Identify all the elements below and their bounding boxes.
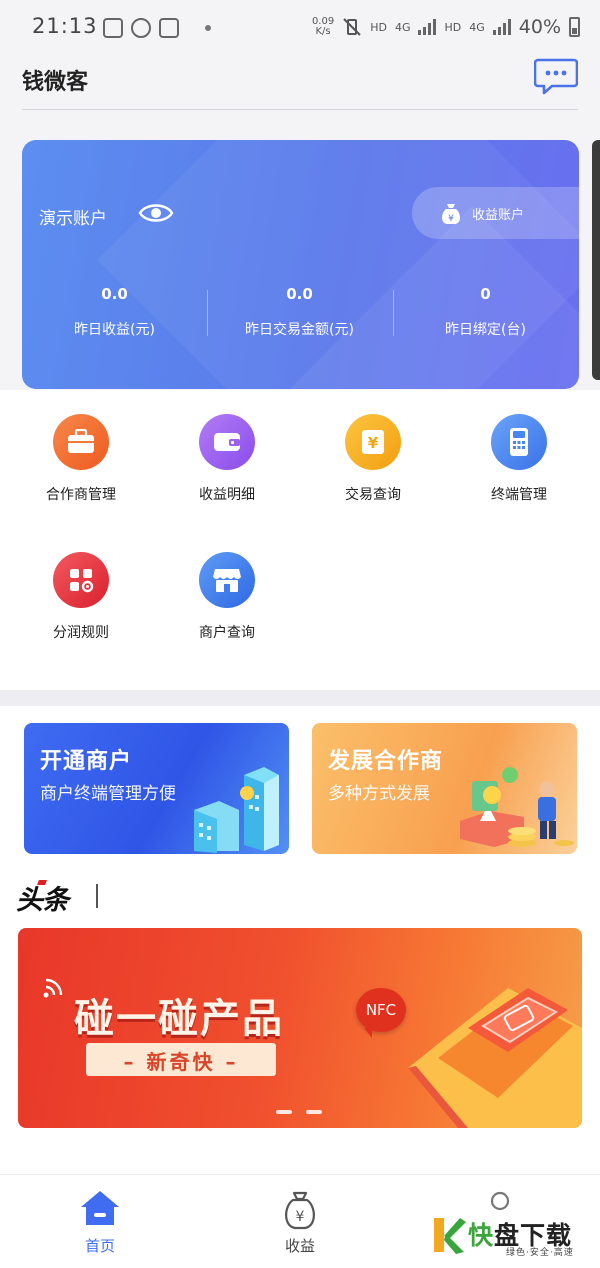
- notification-icons: [103, 18, 211, 38]
- wireless-signal-icon: [43, 978, 63, 998]
- grid-gear-icon: [53, 552, 109, 608]
- status-right: 0.09 K/s HD 4G HD 4G 40%: [312, 16, 580, 38]
- yen-document-icon: ¥: [345, 414, 401, 470]
- phone-nfc-illustration-icon: [408, 988, 582, 1128]
- nav-home[interactable]: 首页: [60, 1189, 140, 1256]
- promo-title: 发展合作商: [328, 749, 444, 774]
- account-card: 演示账户 ¥ 收益账户 0.0 昨日收益(元) 0.0 昨日交易金额(元) 0 …: [22, 140, 579, 389]
- menu-partner-management[interactable]: 合作商管理: [21, 414, 141, 504]
- headlines-divider: [96, 884, 98, 908]
- stat-label: 昨日绑定(台): [445, 322, 526, 338]
- pos-terminal-icon: [491, 414, 547, 470]
- hd-label-2: HD: [444, 20, 462, 34]
- promo-title: 开通商户: [40, 749, 133, 774]
- partner-illustration-icon: [460, 767, 574, 847]
- section-separator: [0, 690, 600, 706]
- nav-label: 收益: [284, 1237, 315, 1255]
- network-type-2: 4G: [469, 20, 485, 34]
- menu-terminal-management[interactable]: 终端管理: [459, 414, 579, 504]
- battery-percent: 40%: [518, 16, 561, 38]
- briefcase-icon: [53, 414, 109, 470]
- battery-icon: [569, 17, 580, 37]
- svg-text:¥: ¥: [368, 434, 379, 452]
- money-bag-icon: ¥: [442, 204, 460, 224]
- network-type-1: 4G: [394, 20, 411, 34]
- menu-label: 终端管理: [491, 487, 547, 503]
- income-account-button[interactable]: ¥ 收益账户: [412, 187, 579, 239]
- svg-text:¥: ¥: [448, 214, 454, 224]
- promo-open-merchant[interactable]: 开通商户 商户终端管理方便: [24, 723, 289, 854]
- network-speed: 0.09 K/s: [311, 16, 335, 37]
- sound-notification-icon: [131, 18, 151, 38]
- menu-merchant-query[interactable]: 商户查询: [167, 552, 287, 642]
- banner-subtitle: – 新奇快 –: [123, 1050, 239, 1074]
- more-notifications-dot-icon: [205, 25, 211, 31]
- buildings-illustration-icon: [194, 767, 279, 853]
- side-scroll-handle[interactable]: [592, 140, 600, 380]
- stat-label: 昨日收益(元): [74, 322, 155, 338]
- header-divider: [22, 109, 578, 110]
- promo-subtitle: 商户终端管理方便: [40, 784, 176, 804]
- stat-value: 0.0: [286, 285, 313, 303]
- promo-develop-partners[interactable]: 发展合作商 多种方式发展: [312, 723, 577, 854]
- nfc-product-banner[interactable]: 碰一碰产品 – 新奇快 – NFC: [18, 928, 582, 1128]
- signal-1-icon: [418, 19, 437, 35]
- menu-label: 交易查询: [345, 487, 401, 503]
- mail-notification-icon: [159, 18, 179, 38]
- signal-2-icon: [492, 19, 511, 35]
- banner-title: 碰一碰产品: [74, 996, 284, 1042]
- stat-value: 0.0: [101, 285, 128, 303]
- nav-label: 首页: [84, 1237, 115, 1255]
- menu-income-details[interactable]: 收益明细: [167, 414, 287, 504]
- status-time: 21:13: [32, 14, 98, 38]
- menu-label: 合作商管理: [46, 487, 116, 503]
- money-bag-icon: ¥: [285, 1191, 315, 1230]
- menu-label: 收益明细: [199, 487, 255, 503]
- status-bar: 21:13 0.09 K/s HD 4G HD 4G 40%: [0, 0, 600, 56]
- account-name: 演示账户: [39, 209, 107, 229]
- vibrate-mute-icon: [343, 18, 361, 36]
- nav-income[interactable]: ¥ 收益: [260, 1189, 340, 1256]
- menu-transaction-query[interactable]: ¥ 交易查询: [313, 414, 433, 504]
- k-logo-icon: [434, 1218, 466, 1254]
- menu-label: 商户查询: [199, 625, 255, 641]
- home-icon: [81, 1191, 119, 1225]
- wallet-icon: [199, 414, 255, 470]
- store-icon: [199, 552, 255, 608]
- carousel-indicator[interactable]: [276, 1110, 322, 1114]
- app-header: 钱微客: [0, 56, 600, 138]
- promo-subtitle: 多种方式发展: [328, 784, 430, 804]
- watermark-tagline: 绿色·安全·高速: [506, 1248, 574, 1258]
- chat-notification-icon: [103, 18, 123, 38]
- page-title: 钱微客: [22, 70, 89, 95]
- stat-label: 昨日交易金额(元): [245, 322, 354, 338]
- stat-yesterday-income: 0.0 昨日收益(元): [22, 285, 207, 339]
- menu-label: 分润规则: [53, 625, 109, 641]
- income-account-label: 收益账户: [472, 208, 525, 223]
- message-icon[interactable]: [534, 56, 578, 96]
- headlines-logo: 头条: [16, 878, 69, 917]
- eye-icon[interactable]: [138, 200, 174, 226]
- svg-text:¥: ¥: [296, 1209, 305, 1225]
- stat-yesterday-transactions: 0.0 昨日交易金额(元): [207, 285, 392, 339]
- stat-value: 0: [480, 285, 491, 303]
- watermark-logo: 快盘下载 绿色·安全·高速: [428, 1212, 598, 1262]
- stat-yesterday-bindings: 0 昨日绑定(台): [393, 285, 578, 339]
- hd-label: HD: [370, 20, 387, 34]
- menu-profit-sharing-rules[interactable]: 分润规则: [21, 552, 141, 642]
